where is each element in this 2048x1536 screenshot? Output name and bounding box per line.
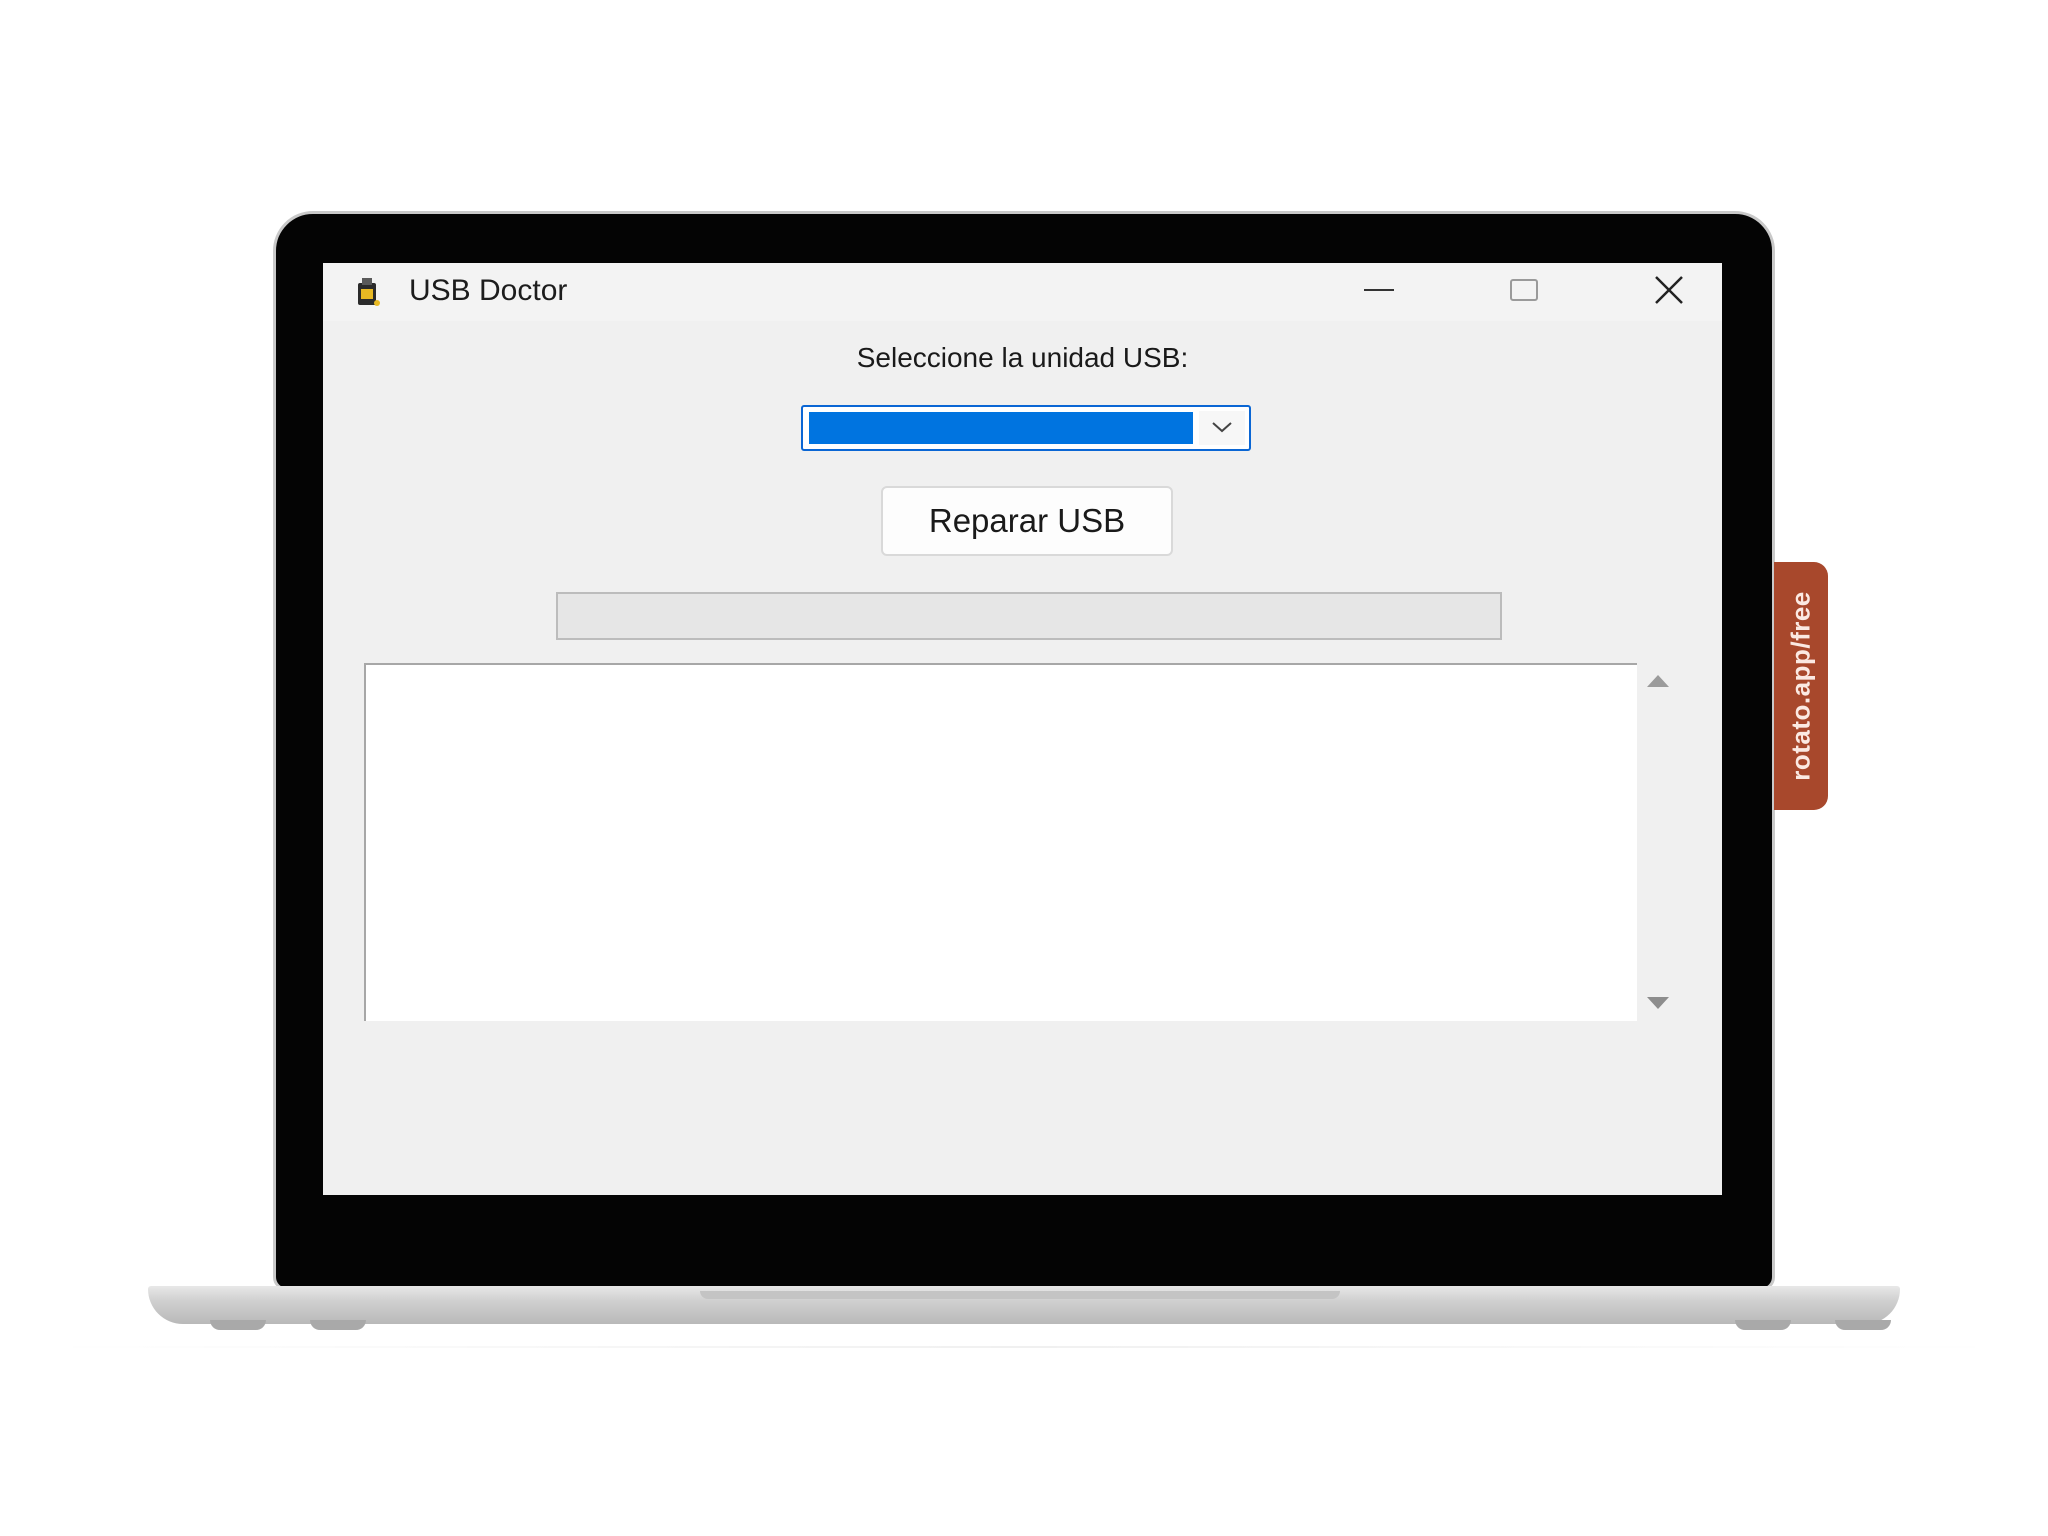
floor-shadow: [40, 1346, 2008, 1348]
laptop-foot-left: [210, 1320, 266, 1330]
scroll-up-button[interactable]: [1645, 669, 1671, 695]
close-button[interactable]: [1613, 263, 1722, 321]
chevron-down-icon: [1211, 419, 1233, 438]
log-output[interactable]: [364, 663, 1637, 1021]
watermark-tab[interactable]: rotato.app/free: [1774, 562, 1828, 810]
select-drive-label: Seleccione la unidad USB:: [856, 342, 1189, 373]
maximize-icon: [1510, 278, 1538, 306]
title-bar[interactable]: USB Doctor: [323, 263, 1722, 321]
laptop-foot-right-inner: [1735, 1320, 1791, 1330]
usb-drive-selected-value: [809, 412, 1193, 444]
repair-usb-button[interactable]: Reparar USB: [881, 486, 1173, 556]
triangle-up-icon: [1646, 673, 1670, 692]
log-scrollbar[interactable]: [1638, 663, 1678, 1021]
laptop-foot-left-inner: [310, 1320, 366, 1330]
repair-progress-bar: [556, 592, 1502, 640]
laptop-foot-right: [1835, 1320, 1891, 1330]
app-window: USB Doctor Seleccione la unidad USB: Rep…: [323, 263, 1722, 1195]
dropdown-toggle[interactable]: [1199, 411, 1245, 445]
minimize-button[interactable]: [1323, 263, 1435, 321]
laptop-notch: [700, 1291, 1340, 1299]
usb-doctor-app-icon: [355, 277, 381, 307]
window-title: USB Doctor: [409, 274, 568, 307]
triangle-down-icon: [1646, 995, 1670, 1014]
close-icon: [1654, 275, 1684, 309]
minimize-icon: [1364, 280, 1394, 304]
usb-drive-select[interactable]: [801, 405, 1251, 451]
watermark-text: rotato.app/free: [1785, 591, 1816, 781]
scroll-down-button[interactable]: [1645, 991, 1671, 1017]
maximize-button[interactable]: [1468, 263, 1580, 321]
